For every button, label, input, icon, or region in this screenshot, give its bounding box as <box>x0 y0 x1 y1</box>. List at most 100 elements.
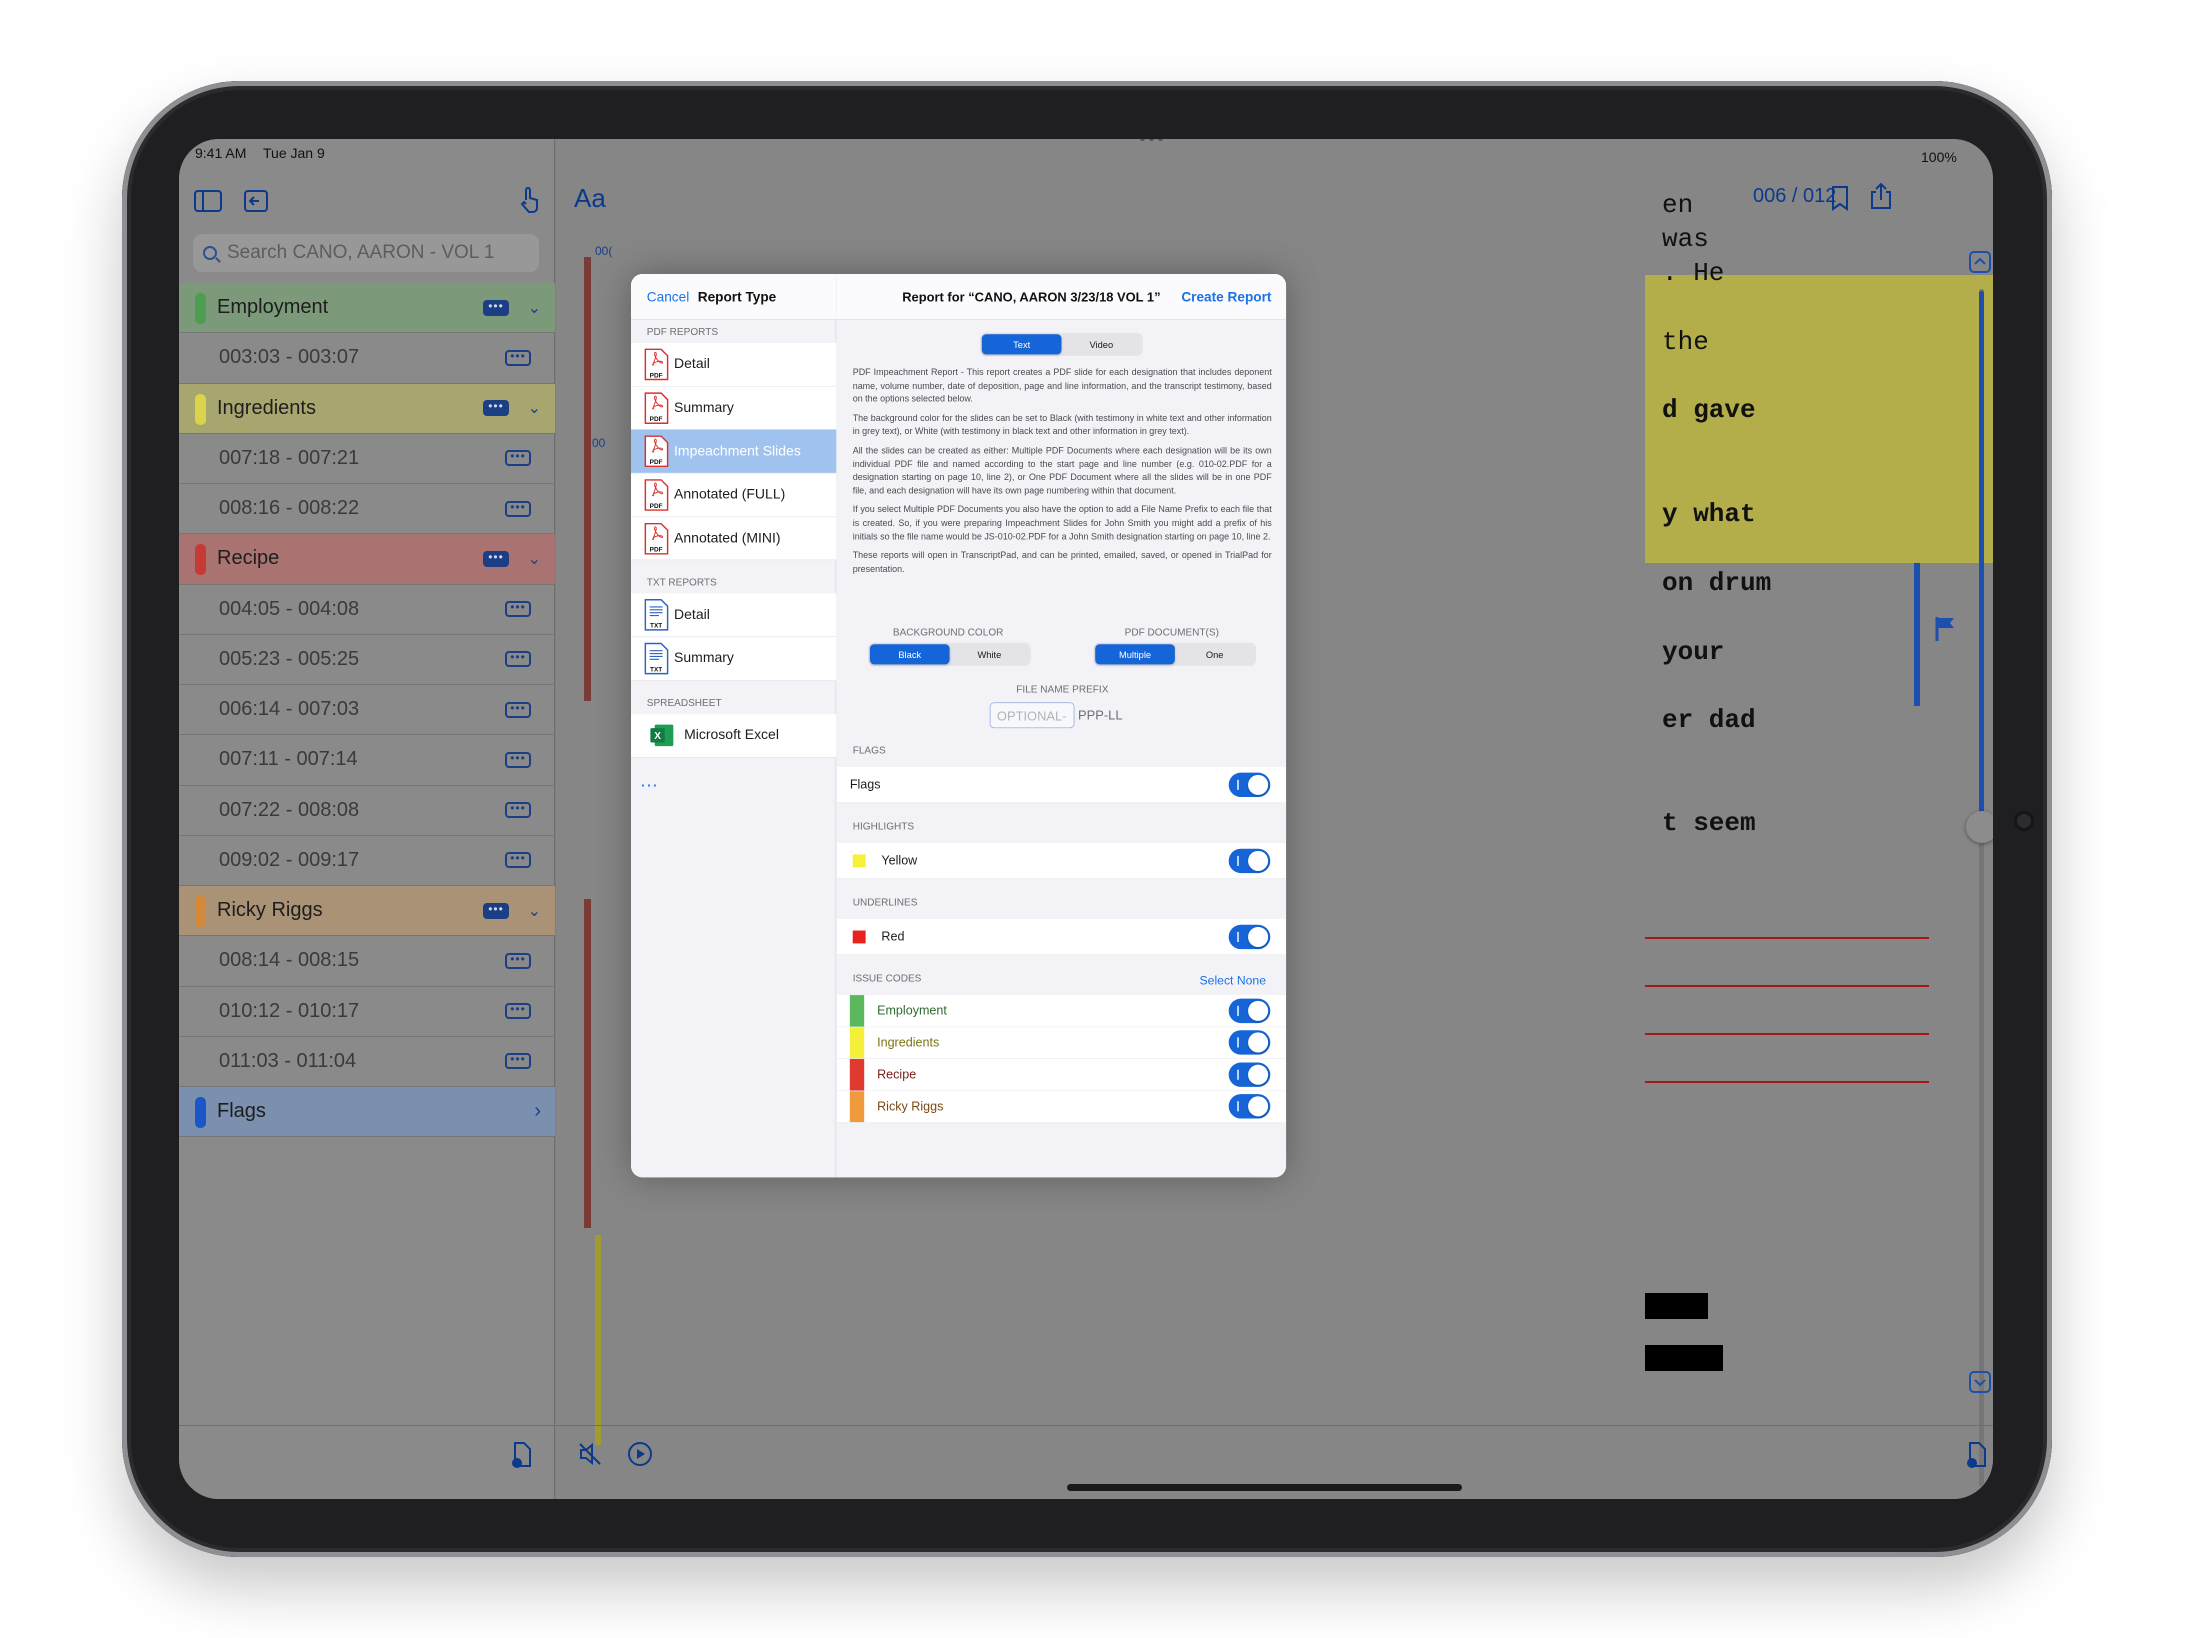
share-icon[interactable] <box>1866 181 1896 211</box>
more-options-icon[interactable]: ••• <box>483 550 509 567</box>
more-options-icon[interactable]: ••• <box>505 349 531 366</box>
more-options-icon[interactable]: ••• <box>505 651 531 668</box>
chevron-down-icon[interactable]: ⌄ <box>528 901 541 921</box>
transcript-text: your <box>1662 637 1725 667</box>
bookmark-icon[interactable] <box>1825 183 1855 213</box>
designation-row[interactable]: 005:23 - 005:25 ••• <box>179 635 555 685</box>
designation-row[interactable]: 008:16 - 008:22 ••• <box>179 484 555 535</box>
option-row[interactable]: Yellow <box>836 842 1287 879</box>
more-options-icon[interactable]: ••• <box>505 952 531 969</box>
more-options-icon[interactable]: ••• <box>505 601 531 618</box>
option-row[interactable]: Ingredients <box>836 1027 1287 1059</box>
designation-row[interactable]: 007:11 - 007:14 ••• <box>179 735 555 786</box>
create-report-button[interactable]: Create Report <box>1181 290 1271 306</box>
designation-row[interactable]: 009:02 - 009:17 ••• <box>179 836 555 886</box>
select-none-button[interactable]: Select None <box>1200 974 1266 988</box>
font-size-button[interactable]: Aa <box>574 183 606 214</box>
more-options-icon[interactable]: ••• <box>483 902 509 919</box>
more-options-icon[interactable]: ••• <box>483 299 509 316</box>
segment-white[interactable]: White <box>950 644 1030 664</box>
more-options-icon[interactable]: ••• <box>505 852 531 869</box>
new-document-icon[interactable] <box>507 1440 537 1470</box>
report-type-summary[interactable]: PDF Summary <box>631 386 837 430</box>
issue-group-row[interactable]: Ingredients ••• ⌄ <box>179 383 555 434</box>
page-indicator[interactable]: 006 / 012 <box>1753 185 1836 208</box>
scroll-thumb[interactable] <box>1966 811 1993 843</box>
output-type-segmented[interactable]: Text Video <box>980 332 1143 356</box>
toggle-switch[interactable] <box>1228 1062 1271 1087</box>
report-type-label: Summary <box>674 650 734 667</box>
report-type-detail[interactable]: PDF Detail <box>631 342 837 387</box>
issue-group-row[interactable]: Recipe ••• ⌄ <box>179 534 555 585</box>
report-type-microsoft-excel[interactable]: X Microsoft Excel <box>631 713 837 758</box>
mute-icon[interactable] <box>577 1441 603 1472</box>
more-options-icon[interactable]: ••• <box>505 500 531 517</box>
report-type-detail[interactable]: TXT Detail <box>631 593 837 638</box>
xls-file-icon: X <box>641 722 683 748</box>
toggle-switch[interactable] <box>1228 848 1271 873</box>
pdf-documents-segmented[interactable]: Multiple One <box>1093 642 1256 666</box>
segment-black[interactable]: Black <box>869 644 950 665</box>
scroll-bottom-icon[interactable] <box>1969 1371 1991 1398</box>
back-icon[interactable] <box>241 186 271 216</box>
more-report-types[interactable]: … <box>631 757 836 791</box>
designation-row[interactable]: 007:18 - 007:21 ••• <box>179 434 555 484</box>
report-type-annotated-mini[interactable]: PDF Annotated (MINI) <box>631 517 837 561</box>
report-type-summary[interactable]: TXT Summary <box>631 637 837 681</box>
option-row[interactable]: Recipe <box>836 1058 1287 1091</box>
toggle-switch[interactable] <box>1228 1094 1271 1119</box>
report-type-impeachment-slides[interactable]: PDF Impeachment Slides <box>631 429 837 474</box>
sidebar-toggle-icon[interactable] <box>193 186 223 216</box>
more-options-icon[interactable]: ••• <box>505 1003 531 1020</box>
segment-multiple[interactable]: Multiple <box>1095 644 1175 665</box>
designation-row[interactable]: 010:12 - 010:17 ••• <box>179 987 555 1037</box>
report-type-title: Report Type <box>697 289 777 305</box>
segment-one[interactable]: One <box>1175 644 1255 664</box>
option-row[interactable]: Flags <box>836 766 1287 803</box>
option-row[interactable]: Red <box>836 919 1287 955</box>
issue-group-row[interactable]: Employment ••• ⌄ <box>179 283 555 334</box>
more-options-icon[interactable]: ••• <box>505 1053 531 1070</box>
new-document-icon[interactable] <box>1965 1441 1989 1474</box>
segment-text[interactable]: Text <box>981 334 1062 355</box>
option-row[interactable]: Employment <box>836 995 1287 1028</box>
chevron-down-icon[interactable]: ⌄ <box>528 298 541 318</box>
more-options-icon[interactable]: ••• <box>505 701 531 718</box>
flag-icon[interactable] <box>1934 615 1958 646</box>
multitask-dots[interactable]: ••• <box>1139 139 1167 149</box>
more-options-icon[interactable]: ••• <box>505 450 531 467</box>
toggle-switch[interactable] <box>1228 1030 1271 1055</box>
chevron-down-icon[interactable]: ⌄ <box>528 398 541 418</box>
status-time: 9:41 AM <box>195 145 247 161</box>
toggle-switch[interactable] <box>1228 924 1271 949</box>
more-options-icon[interactable]: ••• <box>483 400 509 417</box>
segment-video[interactable]: Video <box>1062 334 1142 354</box>
file-name-prefix-input[interactable]: OPTIONAL- <box>989 702 1075 729</box>
more-options-icon[interactable]: ••• <box>505 802 531 819</box>
designation-row[interactable]: 003:03 - 003:07 ••• <box>179 333 555 384</box>
toggle-on-mark <box>1237 931 1239 942</box>
tap-hand-icon[interactable] <box>515 185 545 215</box>
line-number: 00 <box>592 436 606 450</box>
report-type-annotated-full[interactable]: PDF Annotated (FULL) <box>631 473 837 518</box>
play-icon[interactable] <box>627 1441 653 1472</box>
chevron-right-icon[interactable]: › <box>534 1100 541 1123</box>
chevron-down-icon[interactable]: ⌄ <box>528 549 541 569</box>
toggle-switch[interactable] <box>1228 998 1271 1023</box>
issue-group-row[interactable]: Ricky Riggs ••• ⌄ <box>179 886 555 937</box>
designation-row[interactable]: 007:22 - 008:08 ••• <box>179 786 555 836</box>
search-input[interactable]: Search CANO, AARON - VOL 1 <box>193 234 539 272</box>
designation-row[interactable]: 006:14 - 007:03 ••• <box>179 685 555 736</box>
designation-row[interactable]: 011:03 - 011:04 ••• <box>179 1037 555 1087</box>
flags-row[interactable]: Flags•••› <box>179 1087 555 1138</box>
more-options-icon[interactable]: ••• <box>505 751 531 768</box>
cancel-button[interactable]: Cancel <box>647 290 689 306</box>
toggle-switch[interactable] <box>1228 772 1271 797</box>
options-section-header: FLAGS <box>837 735 1286 767</box>
issue-color-bar <box>195 293 206 324</box>
scroll-top-icon[interactable] <box>1969 251 1991 278</box>
option-row[interactable]: Ricky Riggs <box>836 1090 1287 1123</box>
designation-row[interactable]: 008:14 - 008:15 ••• <box>179 936 555 987</box>
designation-row[interactable]: 004:05 - 004:08 ••• <box>179 585 555 635</box>
background-color-segmented[interactable]: Black White <box>868 642 1031 666</box>
